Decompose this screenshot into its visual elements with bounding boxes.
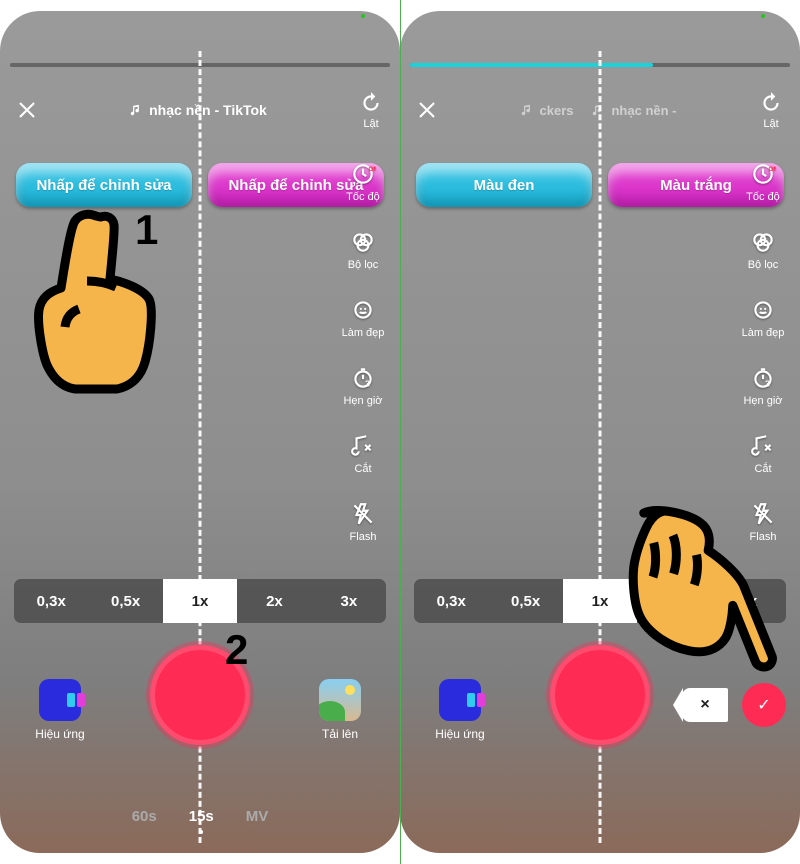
speed-0.5x[interactable]: 0,5x	[88, 579, 162, 623]
filter-button[interactable]: Bộ lọc	[748, 229, 779, 271]
status-dot	[761, 14, 765, 18]
effects-icon	[39, 679, 81, 721]
phone-left: nhạc nền - TikTok Lật Nhấp để chỉnh sửa …	[0, 11, 400, 853]
flash-button[interactable]: Flash	[350, 501, 377, 543]
effects-button[interactable]: Hiệu ứng	[28, 679, 92, 741]
mode-60s[interactable]: 60s	[132, 808, 157, 825]
gallery-icon	[319, 679, 361, 721]
speed-0.3x[interactable]: 0,3x	[414, 579, 488, 623]
flip-button[interactable]: Lật	[742, 90, 800, 130]
svg-text:ON: ON	[368, 166, 376, 173]
sound-selector-a[interactable]: ckers	[520, 103, 574, 118]
speed-1x[interactable]: 1x	[163, 579, 237, 623]
delete-icon: ×	[700, 696, 709, 714]
timer-button[interactable]: 3Hẹn giờ	[343, 365, 382, 407]
sound-label: nhạc nền - TikTok	[149, 102, 267, 118]
svg-text:3: 3	[765, 379, 770, 389]
caption-pill-blue[interactable]: Nhấp để chỉnh sửa	[16, 163, 192, 207]
filter-button[interactable]: Bộ lọc	[348, 229, 379, 271]
step-number-2: 2	[225, 626, 248, 674]
phone-right: ckers nhạc nền - Lật Màu đen Màu trắng O…	[400, 11, 800, 853]
mode-mv[interactable]: MV	[246, 808, 269, 825]
sound-selector-b[interactable]: nhạc nền -	[591, 103, 676, 118]
flip-label: Lật	[363, 118, 378, 130]
close-button[interactable]	[400, 99, 454, 121]
pointing-hand-icon	[595, 499, 795, 689]
trim-button[interactable]: Cắt	[750, 433, 776, 475]
speed-selector[interactable]: 0,3x 0,5x 1x 2x 3x	[14, 579, 386, 623]
effects-icon	[439, 679, 481, 721]
speed-3x[interactable]: 3x	[312, 579, 386, 623]
caption-pill-blue[interactable]: Màu đen	[416, 163, 592, 207]
status-dot	[361, 14, 365, 18]
speed-0.5x[interactable]: 0,5x	[488, 579, 562, 623]
speed-button[interactable]: ONTốc độ	[346, 161, 380, 203]
svg-text:3: 3	[365, 379, 370, 389]
mode-switcher[interactable]: 60s 15s MV	[0, 808, 400, 825]
mode-15s[interactable]: 15s	[189, 808, 214, 825]
flip-label: Lật	[763, 118, 778, 130]
beauty-button[interactable]: Làm đẹp	[342, 297, 385, 339]
effects-button[interactable]: Hiệu ứng	[428, 679, 492, 741]
speed-2x[interactable]: 2x	[237, 579, 311, 623]
trim-button[interactable]: Cắt	[350, 433, 376, 475]
speed-button[interactable]: ONTốc độ	[746, 161, 780, 203]
check-icon: ✓	[757, 695, 770, 715]
confirm-button[interactable]: ✓	[742, 683, 786, 727]
close-button[interactable]	[0, 99, 54, 121]
speed-0.3x[interactable]: 0,3x	[14, 579, 88, 623]
step-number-1: 1	[135, 206, 158, 254]
beauty-button[interactable]: Làm đẹp	[742, 297, 785, 339]
sound-selector[interactable]: nhạc nền - TikTok	[129, 102, 267, 118]
svg-text:ON: ON	[768, 166, 776, 173]
timer-button[interactable]: 3Hẹn giờ	[743, 365, 782, 407]
delete-clip-button[interactable]: ×	[682, 688, 728, 722]
flip-button[interactable]: Lật	[342, 90, 400, 130]
upload-button[interactable]: Tải lên	[308, 679, 372, 741]
